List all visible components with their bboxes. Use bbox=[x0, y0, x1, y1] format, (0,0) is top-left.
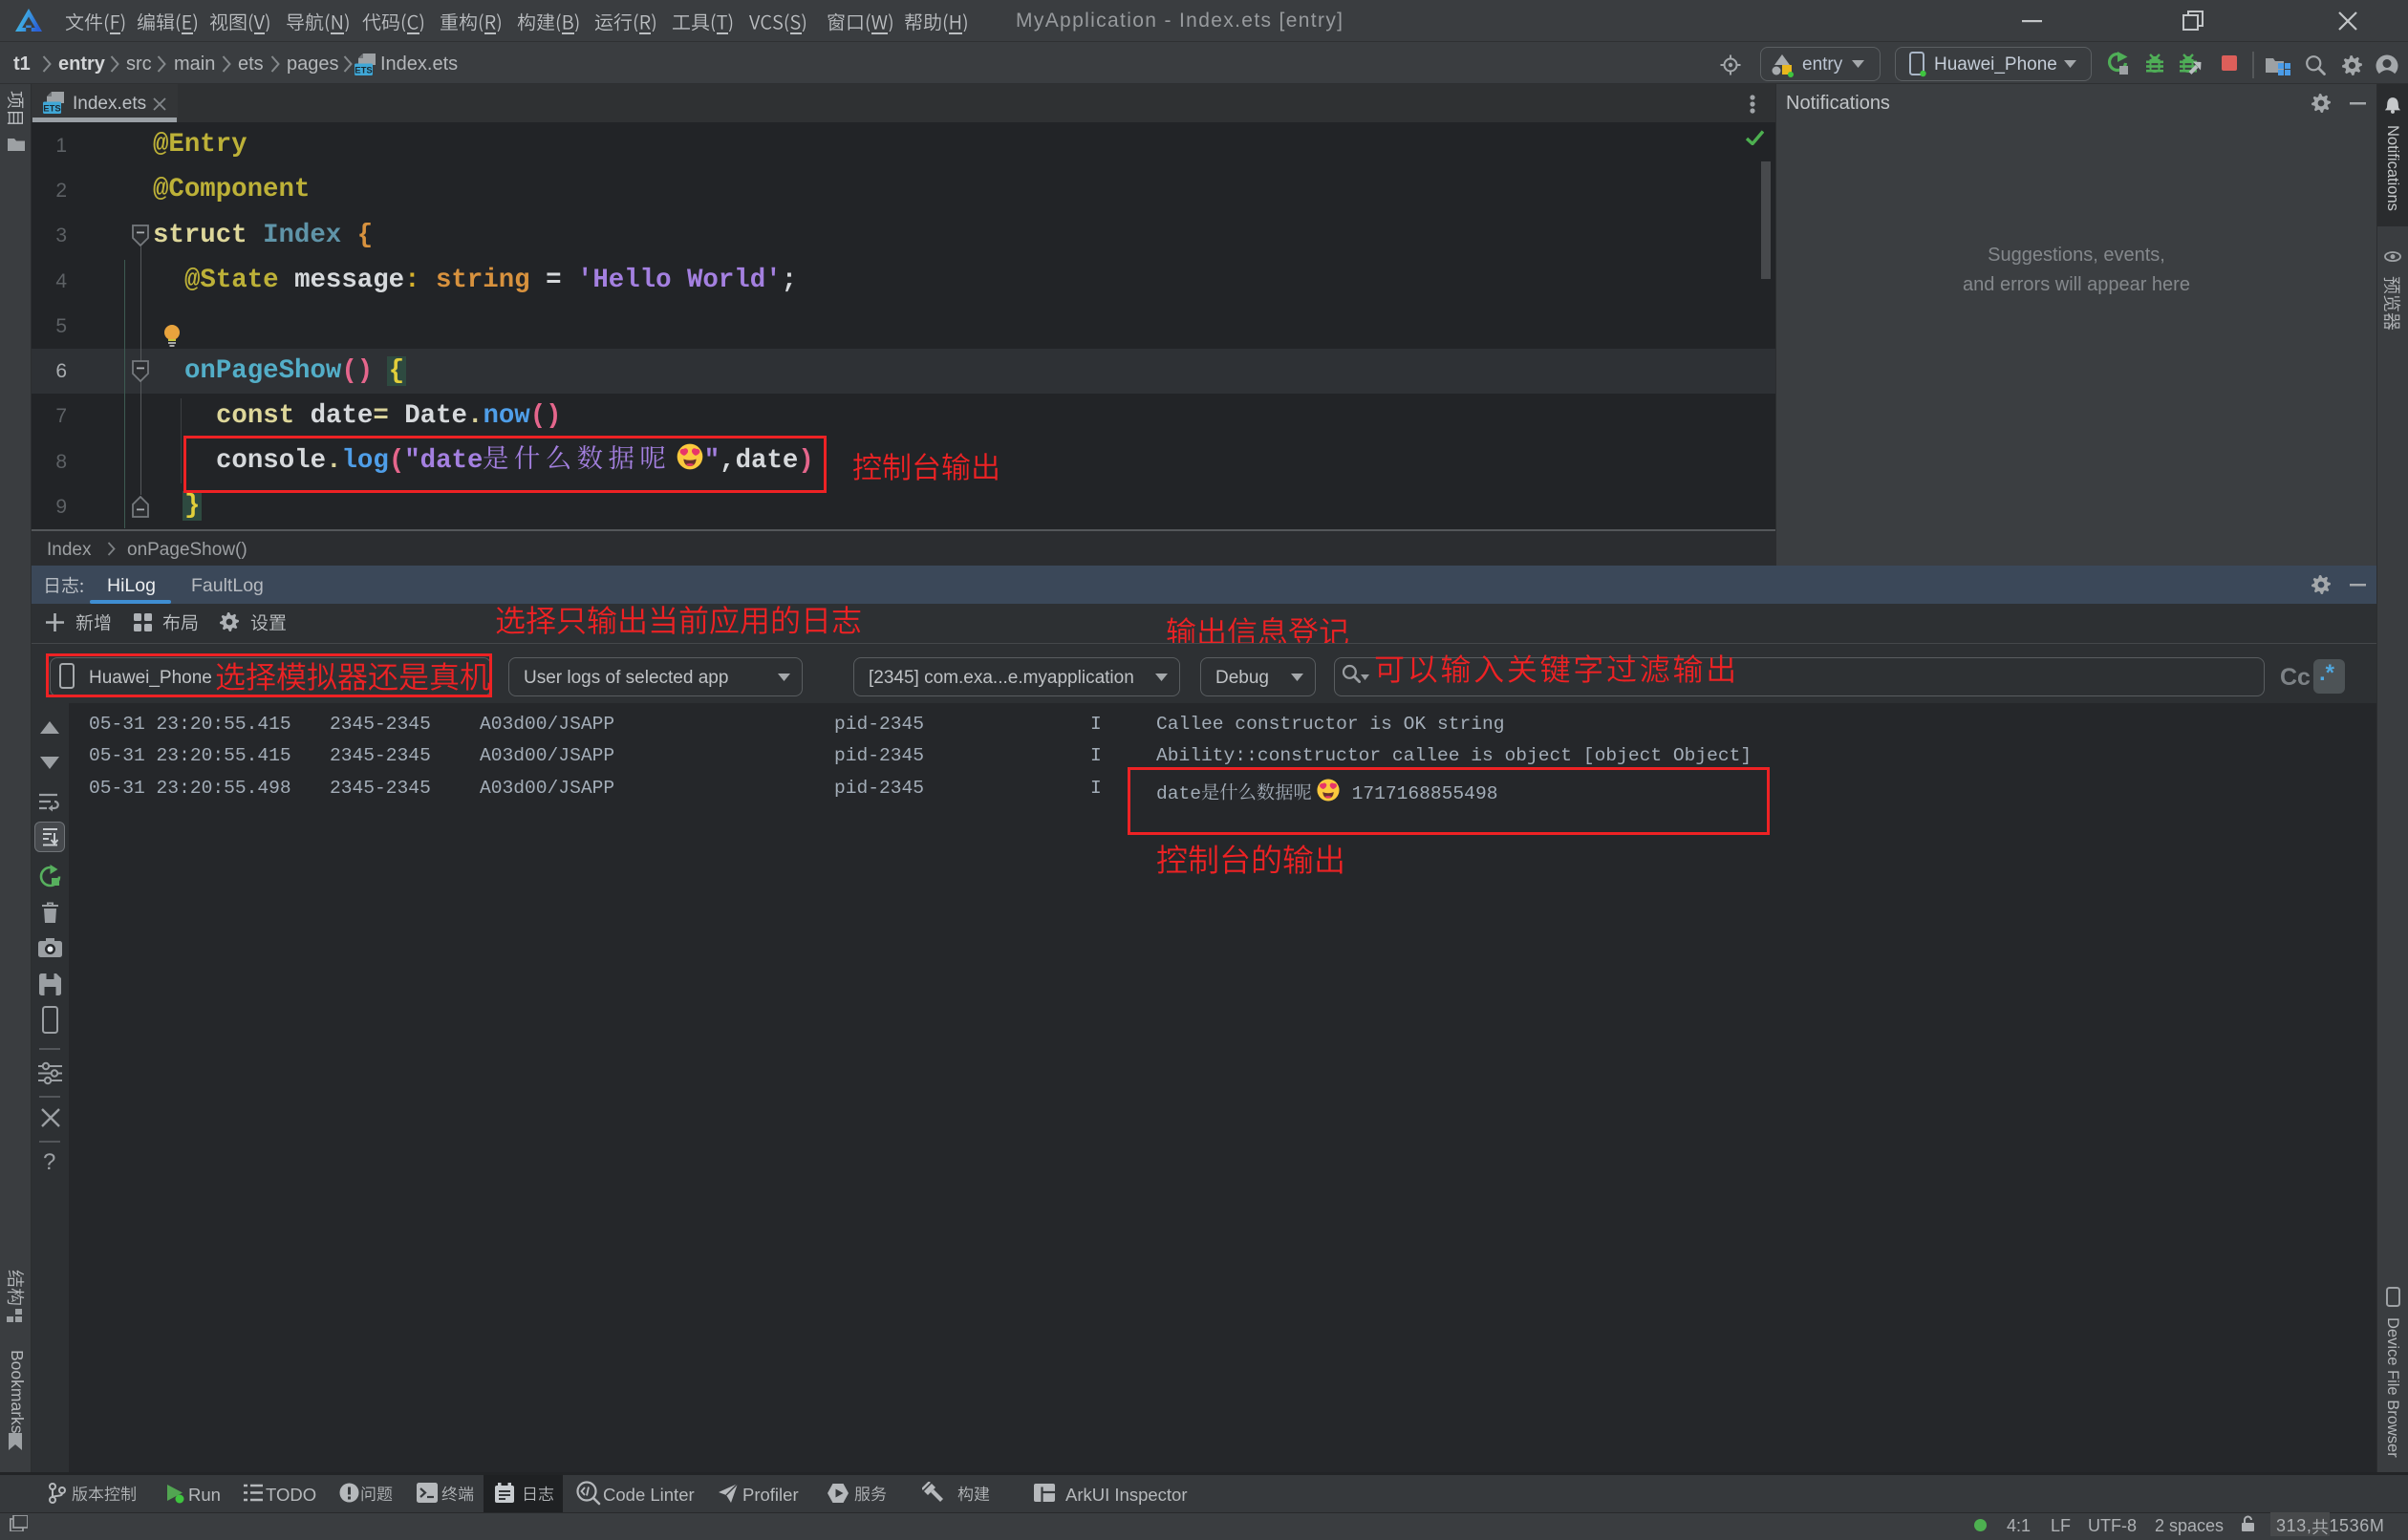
svg-text:ETS: ETS bbox=[43, 104, 60, 115]
svg-text:ETS: ETS bbox=[355, 66, 372, 76]
